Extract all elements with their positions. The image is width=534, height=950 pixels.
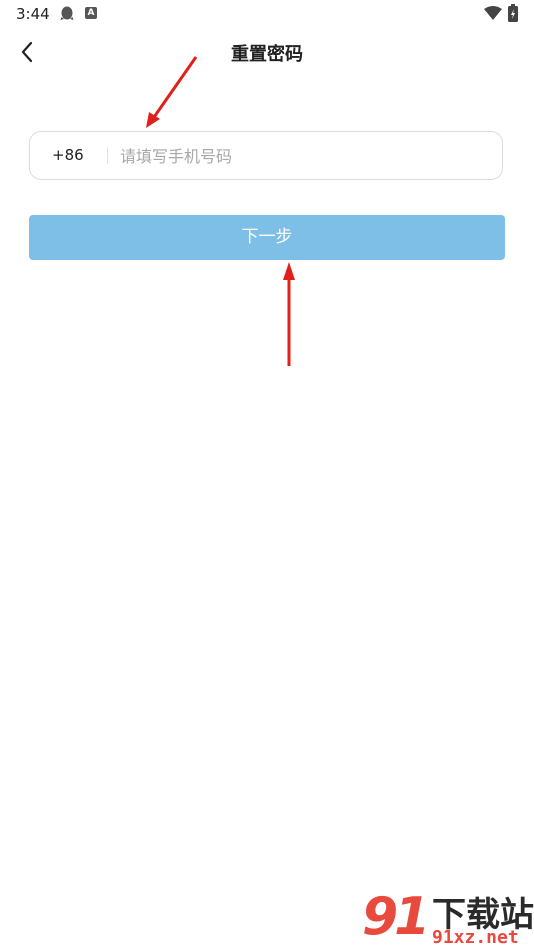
field-divider: [107, 147, 108, 164]
status-bar: 3:44 A: [0, 0, 534, 28]
page-title: 重置密码: [231, 44, 303, 65]
a-icon: A: [85, 7, 97, 19]
country-code-selector[interactable]: +86: [52, 132, 84, 178]
watermark-url: 91xz.net: [432, 927, 519, 948]
app-header: 重置密码: [0, 30, 534, 74]
wifi-icon: [484, 6, 502, 20]
status-time: 3:44: [16, 5, 50, 23]
qq-icon: [60, 6, 74, 20]
arrow-to-next-button: [283, 262, 295, 366]
phone-input[interactable]: [118, 132, 492, 180]
watermark-number: 91: [362, 887, 430, 947]
next-step-button[interactable]: 下一步: [29, 215, 505, 260]
battery-icon: [508, 4, 518, 22]
watermark-logo: 91 下载站 91xz.net: [356, 885, 534, 950]
phone-field: +86: [29, 131, 503, 180]
